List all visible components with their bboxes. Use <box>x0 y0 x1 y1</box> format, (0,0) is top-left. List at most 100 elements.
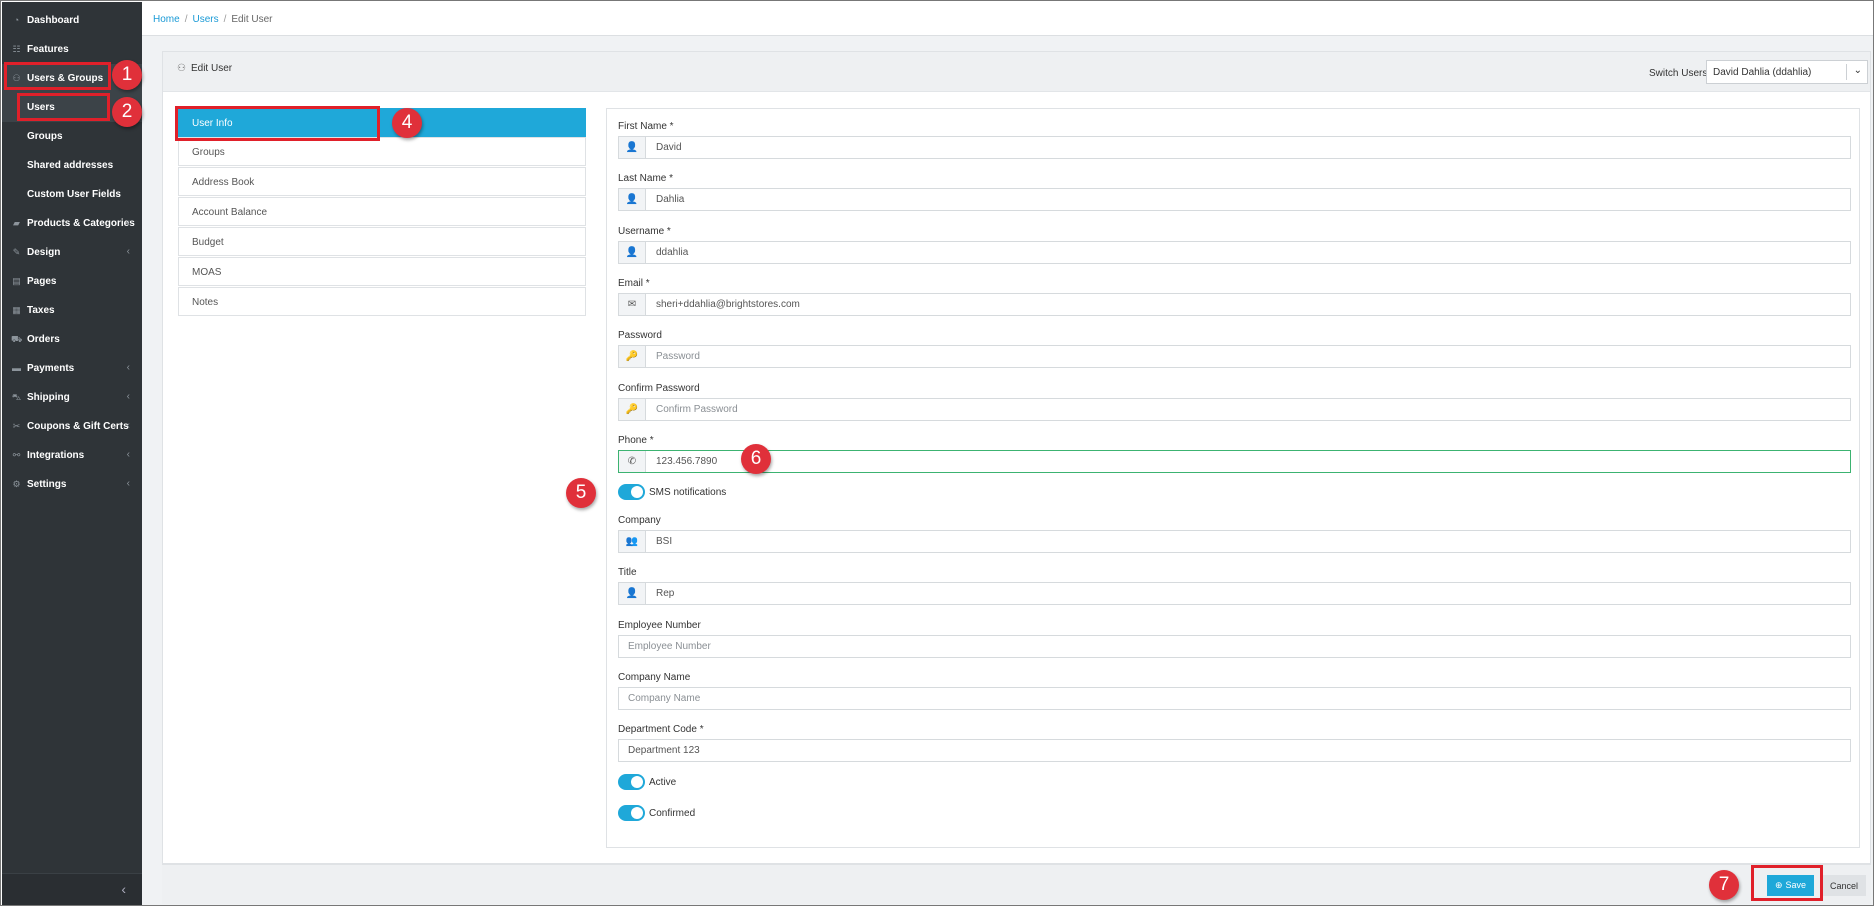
truck-icon: ⛍ <box>11 392 22 402</box>
switch-users-select[interactable]: David Dahlia (ddahlia) ⌄ <box>1706 60 1868 84</box>
breadcrumb-separator: / <box>184 14 188 25</box>
sidebar-item-groups[interactable]: Groups <box>2 122 142 151</box>
department-code-field[interactable]: Department 123 <box>618 739 1851 762</box>
user-icon: 👤 <box>619 137 646 158</box>
tab-budget[interactable]: Budget <box>178 227 586 256</box>
active-label: Active <box>649 777 677 788</box>
sidebar-item-coupons-gift-certs[interactable]: ✂ Coupons & Gift Certs ‹ <box>2 412 142 441</box>
employee-number-label: Employee Number <box>618 620 701 631</box>
sidebar-item-taxes[interactable]: ▦ Taxes <box>2 296 142 325</box>
password-label: Password <box>618 330 662 341</box>
chevron-left-icon: ‹ <box>126 246 130 257</box>
title-field[interactable]: 👤 Rep <box>618 582 1851 605</box>
phone-field[interactable]: ✆ 123.456.7890 <box>618 450 1851 473</box>
sidebar-item-payments[interactable]: ▬ Payments ‹ <box>2 354 142 383</box>
department-code-label: Department Code * <box>618 724 704 735</box>
tab-address-book[interactable]: Address Book <box>178 167 586 196</box>
breadcrumb: Home / Users / Edit User <box>153 14 273 25</box>
confirm-password-label: Confirm Password <box>618 383 700 394</box>
sidebar-item-design[interactable]: ✎ Design ‹ <box>2 238 142 267</box>
main-content: ⚇ Edit User Switch Users David Dahlia (dd… <box>142 36 1873 905</box>
gear-icon: ⚙ <box>12 479 21 489</box>
products-icon: ▰ <box>13 218 20 228</box>
last-name-field[interactable]: 👤 Dahlia <box>618 188 1851 211</box>
user-edit-icon: ⚇ <box>177 63 186 74</box>
panel-header: ⚇ Edit User Switch Users David Dahlia (dd… <box>163 52 1870 92</box>
last-name-label: Last Name * <box>618 173 674 184</box>
switch-users-value: David Dahlia (ddahlia) <box>1713 67 1812 78</box>
email-field[interactable]: ✉ sheri+ddahlia@brightstores.com <box>618 293 1851 316</box>
sidebar: ◔ Dashboard ☷ Features ⚇ Users & Groups … <box>2 2 142 905</box>
page-title: ⚇ Edit User <box>177 63 233 74</box>
chevron-left-icon: ‹ <box>126 478 130 489</box>
sidebar-item-shared-addresses[interactable]: Shared addresses <box>2 151 142 180</box>
user-icon: 👤 <box>619 242 646 263</box>
chevron-down-icon: ⌄ <box>1853 65 1862 76</box>
credit-card-icon: ▬ <box>12 363 21 373</box>
sidebar-item-custom-user-fields[interactable]: Custom User Fields <box>2 180 142 209</box>
confirm-password-field[interactable]: 🔑 Confirm Password <box>618 398 1851 421</box>
annotation-badge-1: 1 <box>112 60 142 90</box>
tab-account-balance[interactable]: Account Balance <box>178 197 586 226</box>
phone-label: Phone * <box>618 435 654 446</box>
annotation-badge-6: 6 <box>741 444 771 474</box>
toggle-knob <box>631 807 643 819</box>
annotation-badge-5: 5 <box>566 478 596 508</box>
breadcrumb-current: Edit User <box>231 14 273 25</box>
sidebar-item-orders[interactable]: ⛟ Orders <box>2 325 142 354</box>
first-name-field[interactable]: 👤 David <box>618 136 1851 159</box>
chevron-left-icon: ‹ <box>126 420 130 431</box>
dashboard-icon: ◔ <box>13 15 20 25</box>
users-icon: 👥 <box>619 531 646 552</box>
top-bar: Home / Users / Edit User <box>142 2 1873 36</box>
sidebar-item-settings[interactable]: ⚙ Settings ‹ <box>2 470 142 499</box>
confirmed-label: Confirmed <box>649 808 696 819</box>
sidebar-item-shipping[interactable]: ⛍ Shipping ‹ <box>2 383 142 412</box>
toggle-knob <box>631 776 643 788</box>
chevron-left-icon: ‹ <box>126 391 130 402</box>
breadcrumb-users[interactable]: Users <box>192 14 218 25</box>
highlight-users <box>17 93 110 121</box>
switch-users-label: Switch Users <box>1649 68 1708 79</box>
annotation-badge-4: 4 <box>392 108 422 138</box>
confirmed-toggle[interactable] <box>618 805 645 821</box>
link-icon: ⚯ <box>12 450 21 460</box>
sidebar-item-features[interactable]: ☷ Features <box>2 35 142 64</box>
sidebar-item-dashboard[interactable]: ◔ Dashboard <box>2 6 142 35</box>
user-icon: 👤 <box>619 583 646 604</box>
cancel-button[interactable]: Cancel <box>1822 875 1866 896</box>
breadcrumb-separator: / <box>223 14 227 25</box>
tab-notes[interactable]: Notes <box>178 287 586 316</box>
page-icon: ▤ <box>12 276 21 286</box>
sms-notifications-toggle[interactable] <box>618 484 645 500</box>
company-label: Company <box>618 515 661 526</box>
username-field[interactable]: 👤 ddahlia <box>618 241 1851 264</box>
toggle-knob <box>631 486 643 498</box>
sms-notifications-label: SMS notifications <box>649 487 727 498</box>
select-divider <box>1846 64 1847 80</box>
user-info-form: First Name * 👤 David Last Name * 👤 Dahli… <box>606 108 1860 848</box>
company-name-label: Company Name <box>618 672 691 683</box>
tab-groups[interactable]: Groups <box>178 137 586 166</box>
sidebar-item-products-categories[interactable]: ▰ Products & Categories ‹ <box>2 209 142 238</box>
chevron-left-icon: ‹ <box>126 217 130 228</box>
active-toggle[interactable] <box>618 774 645 790</box>
breadcrumb-home[interactable]: Home <box>153 14 180 25</box>
brush-icon: ✎ <box>12 247 21 257</box>
annotation-badge-2: 2 <box>112 97 142 127</box>
chevron-left-icon: ‹ <box>126 449 130 460</box>
company-field[interactable]: 👥 BSI <box>618 530 1851 553</box>
employee-number-field[interactable]: Employee Number <box>618 635 1851 658</box>
annotation-badge-7: 7 <box>1709 870 1739 900</box>
key-icon: 🔑 <box>619 346 646 367</box>
tab-moas[interactable]: MOAS <box>178 257 586 286</box>
username-label: Username * <box>618 226 671 237</box>
company-name-field[interactable]: Company Name <box>618 687 1851 710</box>
coupon-icon: ✂ <box>12 421 21 431</box>
collapse-sidebar-button[interactable]: ‹ <box>2 873 142 905</box>
key-icon: 🔑 <box>619 399 646 420</box>
title-label: Title <box>618 567 637 578</box>
sidebar-item-pages[interactable]: ▤ Pages <box>2 267 142 296</box>
sidebar-item-integrations[interactable]: ⚯ Integrations ‹ <box>2 441 142 470</box>
password-field[interactable]: 🔑 Password <box>618 345 1851 368</box>
